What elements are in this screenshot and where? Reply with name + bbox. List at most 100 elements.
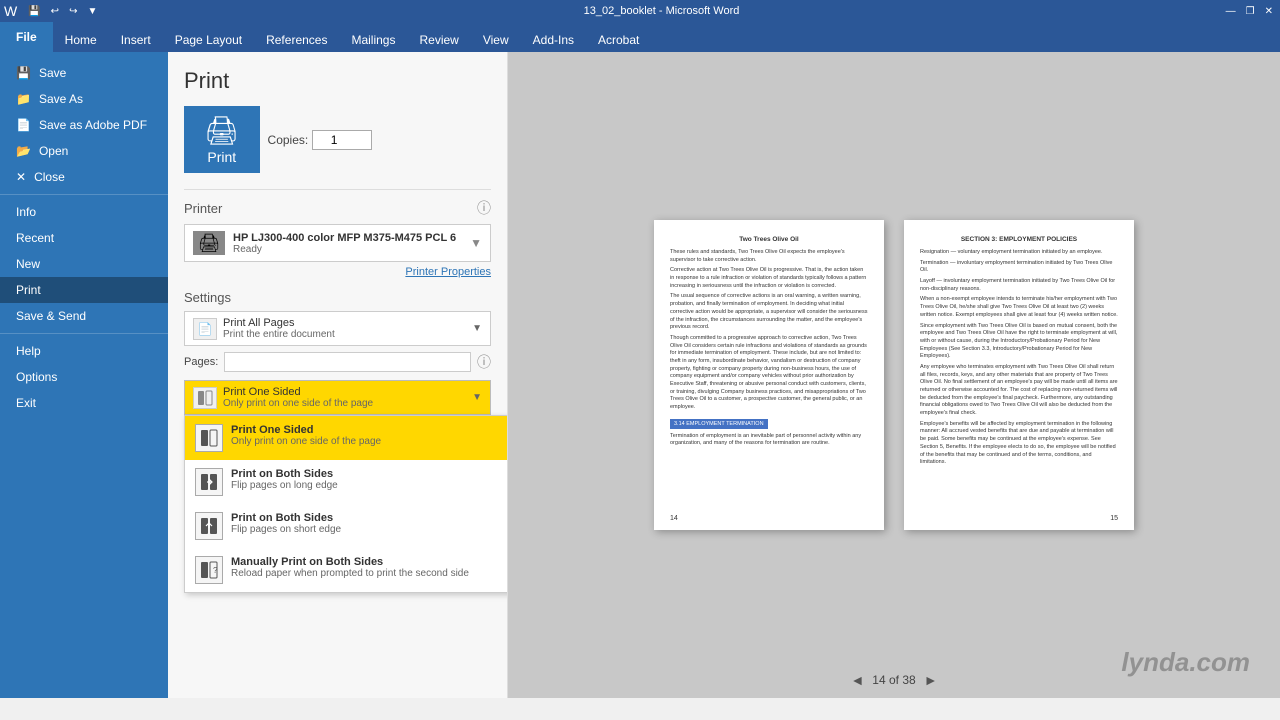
printer-selector[interactable]: 🖨 HP LJ300-400 color MFP M375-M475 PCL 6… <box>184 224 491 262</box>
pages-input[interactable] <box>224 352 471 372</box>
page14-highlight: 3.14 EMPLOYMENT TERMINATION <box>670 419 768 429</box>
preview-area: Two Trees Olive Oil These rules and stan… <box>508 52 1280 698</box>
page-preview-15: SECTION 3: EMPLOYMENT POLICIES Resignati… <box>904 220 1134 530</box>
save-icon: 💾 <box>16 66 31 80</box>
nav-save-send[interactable]: Save & Send <box>0 303 168 329</box>
quick-access-toolbar: W 💾 ↩ ↪ ▼ 13_02_booklet - Microsoft Word… <box>0 0 1280 22</box>
sided-main: Print One Sided <box>223 386 466 398</box>
nav-recent-label: Recent <box>16 231 54 245</box>
ribbon-tabs: File Home Insert Page Layout References … <box>0 22 1280 52</box>
tab-insert[interactable]: Insert <box>109 28 163 52</box>
qa-undo[interactable]: ↩ <box>48 5 62 18</box>
page15-title: SECTION 3: EMPLOYMENT POLICIES <box>920 236 1118 243</box>
nav-info[interactable]: Info <box>0 199 168 225</box>
page14-text5: Termination of employment is an inevitab… <box>670 433 868 448</box>
print-pages-icon: 📄 <box>193 318 217 340</box>
popup-one-sided-title: Print One Sided <box>231 424 508 436</box>
print-button[interactable]: 🖨 Print <box>184 106 260 173</box>
tab-references[interactable]: References <box>254 28 339 52</box>
current-page-num: 14 <box>872 673 885 687</box>
popup-item-both-sides-long[interactable]: Print on Both Sides Flip pages on long e… <box>185 460 508 504</box>
nav-close-label: Close <box>34 170 65 184</box>
prev-page-btn[interactable]: ◄ <box>850 672 864 688</box>
nav-options[interactable]: Options <box>0 364 168 390</box>
print-button-label: Print <box>207 149 236 165</box>
popup-manual-icon: ? <box>195 556 223 584</box>
print-controls-row: 🖨 Print Copies: <box>184 106 491 173</box>
page14-text2: Corrective action at Two Trees Olive Oil… <box>670 267 868 290</box>
nav-close[interactable]: ✕ Close <box>0 164 168 190</box>
tab-view[interactable]: View <box>471 28 521 52</box>
printer-status: Ready <box>233 244 456 255</box>
next-page-btn[interactable]: ► <box>924 672 938 688</box>
current-page-display: 14 of 38 <box>872 673 915 687</box>
nav-help[interactable]: Help <box>0 338 168 364</box>
page-preview-14: Two Trees Olive Oil These rules and stan… <box>654 220 884 530</box>
copies-input[interactable] <box>312 130 372 150</box>
printer-dropdown-arrow: ▼ <box>470 236 482 250</box>
popup-both-short-title: Print on Both Sides <box>231 512 508 524</box>
printer-properties-link[interactable]: Printer Properties <box>184 266 491 278</box>
copies-container: Copies: <box>268 130 372 150</box>
popup-both-long-desc: Flip pages on long edge <box>231 480 508 491</box>
popup-both-short-desc: Flip pages on short edge <box>231 524 508 535</box>
nav-print[interactable]: Print <box>0 277 168 303</box>
settings-label: Settings <box>184 290 491 305</box>
backstage-nav: 💾 Save 📁 Save As 📄 Save as Adobe PDF 📂 O… <box>0 52 168 698</box>
sided-sub: Only print on one side of the page <box>223 398 466 409</box>
popup-item-manual[interactable]: ? Manually Print on Both Sides Reload pa… <box>185 548 508 592</box>
printer-device-icon: 🖨 <box>193 231 225 255</box>
svg-text:?: ? <box>213 566 218 575</box>
popup-item-both-sides-short[interactable]: Print on Both Sides Flip pages on short … <box>185 504 508 548</box>
printer-info-icon[interactable]: ⓘ <box>477 198 491 218</box>
nav-open[interactable]: 📂 Open <box>0 138 168 164</box>
nav-exit[interactable]: Exit <box>0 390 168 416</box>
sided-dropdown-container: Print One Sided Only print on one side o… <box>184 380 491 415</box>
page15-text4: When a non-exempt employee intends to te… <box>920 296 1118 319</box>
popup-manual-desc: Reload paper when prompted to print the … <box>231 568 508 579</box>
sided-dropdown[interactable]: Print One Sided Only print on one side o… <box>184 380 491 415</box>
page15-text6: Any employee who terminates employment w… <box>920 364 1118 418</box>
minimize-btn[interactable]: — <box>1223 5 1239 18</box>
print-title: Print <box>184 68 491 94</box>
popup-both-short-text: Print on Both Sides Flip pages on short … <box>231 512 508 535</box>
pages-label: Pages: <box>184 356 218 368</box>
page14-text3: The usual sequence of corrective actions… <box>670 293 868 331</box>
nav-save-as[interactable]: 📁 Save As <box>0 86 168 112</box>
nav-print-label: Print <box>16 283 41 297</box>
popup-one-sided-icon <box>195 424 223 452</box>
qa-save[interactable]: 💾 <box>25 5 43 18</box>
tab-file[interactable]: File <box>0 22 53 52</box>
page15-text5: Since employment with Two Trees Olive Oi… <box>920 323 1118 361</box>
page14-title: Two Trees Olive Oil <box>670 236 868 243</box>
sided-content: Print One Sided Only print on one side o… <box>223 386 466 409</box>
popup-manual-title: Manually Print on Both Sides <box>231 556 508 568</box>
nav-save[interactable]: 💾 Save <box>0 60 168 86</box>
pages-info-icon[interactable]: ⓘ <box>477 352 491 372</box>
watermark: lynda.com <box>1121 647 1250 678</box>
tab-page-layout[interactable]: Page Layout <box>163 28 254 52</box>
nav-options-label: Options <box>16 370 57 384</box>
tab-acrobat[interactable]: Acrobat <box>586 28 651 52</box>
printer-name: HP LJ300-400 color MFP M375-M475 PCL 6 <box>233 232 456 244</box>
tab-review[interactable]: Review <box>407 28 470 52</box>
tab-add-ins[interactable]: Add-Ins <box>521 28 586 52</box>
nav-new[interactable]: New <box>0 251 168 277</box>
print-panel: Print 🖨 Print Copies: Printer ⓘ 🖨 HP LJ3… <box>168 52 508 698</box>
tab-home[interactable]: Home <box>53 28 109 52</box>
popup-manual-text: Manually Print on Both Sides Reload pape… <box>231 556 508 579</box>
popup-item-one-sided[interactable]: Print One Sided Only print on one side o… <box>185 416 508 460</box>
print-pages-dropdown[interactable]: 📄 Print All Pages Print the entire docum… <box>184 311 491 346</box>
qa-customize[interactable]: ▼ <box>84 5 100 18</box>
tab-mailings[interactable]: Mailings <box>339 28 407 52</box>
printer-section-header: Printer ⓘ <box>184 198 491 218</box>
nav-save-pdf[interactable]: 📄 Save as Adobe PDF <box>0 112 168 138</box>
restore-btn[interactable]: ❐ <box>1243 5 1258 18</box>
popup-both-long-title: Print on Both Sides <box>231 468 508 480</box>
close-btn[interactable]: ✕ <box>1262 5 1276 18</box>
title-bar-title: 13_02_booklet - Microsoft Word <box>104 5 1218 17</box>
nav-recent[interactable]: Recent <box>0 225 168 251</box>
page14-text4: Though committed to a progressive approa… <box>670 335 868 412</box>
qa-redo[interactable]: ↪ <box>66 5 80 18</box>
sided-icon <box>193 387 217 409</box>
